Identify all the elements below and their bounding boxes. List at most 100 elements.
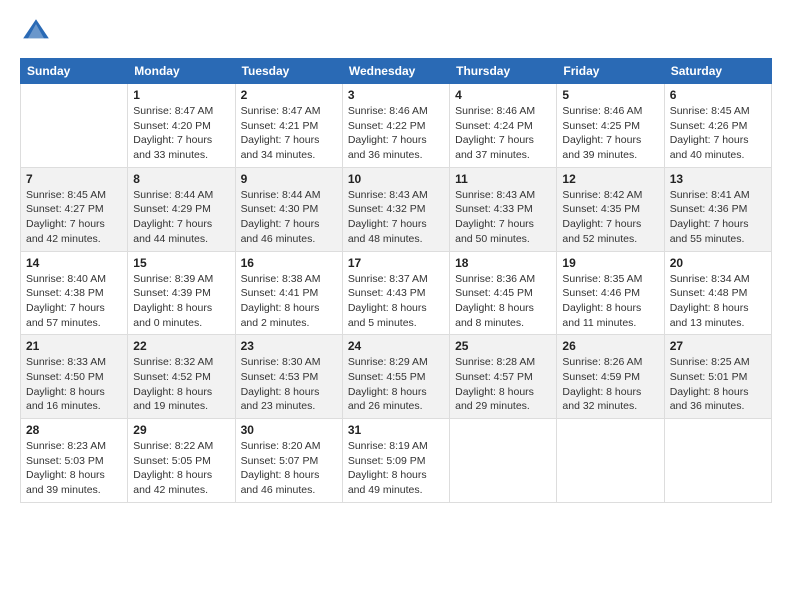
logo (20, 16, 56, 48)
day-info: Sunrise: 8:32 AM Sunset: 4:52 PM Dayligh… (133, 355, 229, 414)
day-cell: 9 Sunrise: 8:44 AM Sunset: 4:30 PM Daylig… (235, 167, 342, 251)
day-number: 12 (562, 172, 658, 186)
day-cell: 19 Sunrise: 8:35 AM Sunset: 4:46 PM Dayli… (557, 251, 664, 335)
day-number: 27 (670, 339, 766, 353)
day-cell: 8 Sunrise: 8:44 AM Sunset: 4:29 PM Daylig… (128, 167, 235, 251)
day-header-wednesday: Wednesday (342, 59, 449, 84)
day-info: Sunrise: 8:45 AM Sunset: 4:26 PM Dayligh… (670, 104, 766, 163)
day-number: 30 (241, 423, 337, 437)
day-info: Sunrise: 8:47 AM Sunset: 4:21 PM Dayligh… (241, 104, 337, 163)
day-header-saturday: Saturday (664, 59, 771, 84)
day-info: Sunrise: 8:47 AM Sunset: 4:20 PM Dayligh… (133, 104, 229, 163)
day-cell: 30 Sunrise: 8:20 AM Sunset: 5:07 PM Dayli… (235, 419, 342, 503)
day-info: Sunrise: 8:36 AM Sunset: 4:45 PM Dayligh… (455, 272, 551, 331)
day-cell: 10 Sunrise: 8:43 AM Sunset: 4:32 PM Dayli… (342, 167, 449, 251)
week-row-5: 28 Sunrise: 8:23 AM Sunset: 5:03 PM Dayli… (21, 419, 772, 503)
day-info: Sunrise: 8:41 AM Sunset: 4:36 PM Dayligh… (670, 188, 766, 247)
day-number: 19 (562, 256, 658, 270)
day-number: 26 (562, 339, 658, 353)
day-number: 21 (26, 339, 122, 353)
day-info: Sunrise: 8:19 AM Sunset: 5:09 PM Dayligh… (348, 439, 444, 498)
day-info: Sunrise: 8:20 AM Sunset: 5:07 PM Dayligh… (241, 439, 337, 498)
calendar-header-row: SundayMondayTuesdayWednesdayThursdayFrid… (21, 59, 772, 84)
day-info: Sunrise: 8:26 AM Sunset: 4:59 PM Dayligh… (562, 355, 658, 414)
day-info: Sunrise: 8:33 AM Sunset: 4:50 PM Dayligh… (26, 355, 122, 414)
week-row-3: 14Sunrise: 8:40 AM Sunset: 4:38 PM Dayli… (21, 251, 772, 335)
day-info: Sunrise: 8:44 AM Sunset: 4:29 PM Dayligh… (133, 188, 229, 247)
day-info: Sunrise: 8:45 AM Sunset: 4:27 PM Dayligh… (26, 188, 122, 247)
day-number: 2 (241, 88, 337, 102)
calendar-table: SundayMondayTuesdayWednesdayThursdayFrid… (20, 58, 772, 503)
day-cell: 12 Sunrise: 8:42 AM Sunset: 4:35 PM Dayli… (557, 167, 664, 251)
day-info: Sunrise: 8:39 AM Sunset: 4:39 PM Dayligh… (133, 272, 229, 331)
day-info: Sunrise: 8:44 AM Sunset: 4:30 PM Dayligh… (241, 188, 337, 247)
day-cell: 28 Sunrise: 8:23 AM Sunset: 5:03 PM Dayli… (21, 419, 128, 503)
day-header-monday: Monday (128, 59, 235, 84)
day-number: 31 (348, 423, 444, 437)
day-cell: 29 Sunrise: 8:22 AM Sunset: 5:05 PM Dayli… (128, 419, 235, 503)
day-number: 18 (455, 256, 551, 270)
day-number: 9 (241, 172, 337, 186)
day-cell: 20 Sunrise: 8:34 AM Sunset: 4:48 PM Dayli… (664, 251, 771, 335)
day-number: 8 (133, 172, 229, 186)
day-number: 1 (133, 88, 229, 102)
header (20, 16, 772, 48)
page: SundayMondayTuesdayWednesdayThursdayFrid… (0, 0, 792, 612)
day-info: Sunrise: 8:29 AM Sunset: 4:55 PM Dayligh… (348, 355, 444, 414)
day-number: 11 (455, 172, 551, 186)
day-cell: 22Sunrise: 8:32 AM Sunset: 4:52 PM Dayli… (128, 335, 235, 419)
day-cell: 17Sunrise: 8:37 AM Sunset: 4:43 PM Dayli… (342, 251, 449, 335)
day-cell: 16 Sunrise: 8:38 AM Sunset: 4:41 PM Dayli… (235, 251, 342, 335)
logo-icon (20, 16, 52, 48)
day-cell (21, 84, 128, 168)
day-cell: 14Sunrise: 8:40 AM Sunset: 4:38 PM Dayli… (21, 251, 128, 335)
day-number: 6 (670, 88, 766, 102)
day-header-sunday: Sunday (21, 59, 128, 84)
day-cell: 18 Sunrise: 8:36 AM Sunset: 4:45 PM Dayli… (450, 251, 557, 335)
day-cell: 26 Sunrise: 8:26 AM Sunset: 4:59 PM Dayli… (557, 335, 664, 419)
day-cell (450, 419, 557, 503)
day-number: 10 (348, 172, 444, 186)
day-number: 20 (670, 256, 766, 270)
day-header-thursday: Thursday (450, 59, 557, 84)
day-cell: 4 Sunrise: 8:46 AM Sunset: 4:24 PM Daylig… (450, 84, 557, 168)
day-cell: 5 Sunrise: 8:46 AM Sunset: 4:25 PM Daylig… (557, 84, 664, 168)
day-header-friday: Friday (557, 59, 664, 84)
day-number: 5 (562, 88, 658, 102)
day-number: 3 (348, 88, 444, 102)
day-cell: 7Sunrise: 8:45 AM Sunset: 4:27 PM Daylig… (21, 167, 128, 251)
day-number: 16 (241, 256, 337, 270)
day-info: Sunrise: 8:43 AM Sunset: 4:33 PM Dayligh… (455, 188, 551, 247)
day-number: 29 (133, 423, 229, 437)
day-number: 23 (241, 339, 337, 353)
day-cell: 31 Sunrise: 8:19 AM Sunset: 5:09 PM Dayli… (342, 419, 449, 503)
day-info: Sunrise: 8:38 AM Sunset: 4:41 PM Dayligh… (241, 272, 337, 331)
day-info: Sunrise: 8:25 AM Sunset: 5:01 PM Dayligh… (670, 355, 766, 414)
day-info: Sunrise: 8:46 AM Sunset: 4:24 PM Dayligh… (455, 104, 551, 163)
day-info: Sunrise: 8:46 AM Sunset: 4:25 PM Dayligh… (562, 104, 658, 163)
day-info: Sunrise: 8:28 AM Sunset: 4:57 PM Dayligh… (455, 355, 551, 414)
day-info: Sunrise: 8:43 AM Sunset: 4:32 PM Dayligh… (348, 188, 444, 247)
day-cell: 24Sunrise: 8:29 AM Sunset: 4:55 PM Dayli… (342, 335, 449, 419)
day-info: Sunrise: 8:46 AM Sunset: 4:22 PM Dayligh… (348, 104, 444, 163)
day-number: 28 (26, 423, 122, 437)
week-row-2: 7Sunrise: 8:45 AM Sunset: 4:27 PM Daylig… (21, 167, 772, 251)
day-info: Sunrise: 8:34 AM Sunset: 4:48 PM Dayligh… (670, 272, 766, 331)
day-cell: 21 Sunrise: 8:33 AM Sunset: 4:50 PM Dayli… (21, 335, 128, 419)
day-info: Sunrise: 8:23 AM Sunset: 5:03 PM Dayligh… (26, 439, 122, 498)
day-info: Sunrise: 8:22 AM Sunset: 5:05 PM Dayligh… (133, 439, 229, 498)
day-cell (664, 419, 771, 503)
day-number: 4 (455, 88, 551, 102)
day-info: Sunrise: 8:42 AM Sunset: 4:35 PM Dayligh… (562, 188, 658, 247)
day-number: 14 (26, 256, 122, 270)
day-cell: 1 Sunrise: 8:47 AM Sunset: 4:20 PM Daylig… (128, 84, 235, 168)
day-number: 17 (348, 256, 444, 270)
day-info: Sunrise: 8:35 AM Sunset: 4:46 PM Dayligh… (562, 272, 658, 331)
day-cell: 27 Sunrise: 8:25 AM Sunset: 5:01 PM Dayli… (664, 335, 771, 419)
day-header-tuesday: Tuesday (235, 59, 342, 84)
day-number: 25 (455, 339, 551, 353)
day-cell: 6 Sunrise: 8:45 AM Sunset: 4:26 PM Daylig… (664, 84, 771, 168)
day-number: 13 (670, 172, 766, 186)
day-number: 15 (133, 256, 229, 270)
week-row-1: 1 Sunrise: 8:47 AM Sunset: 4:20 PM Daylig… (21, 84, 772, 168)
